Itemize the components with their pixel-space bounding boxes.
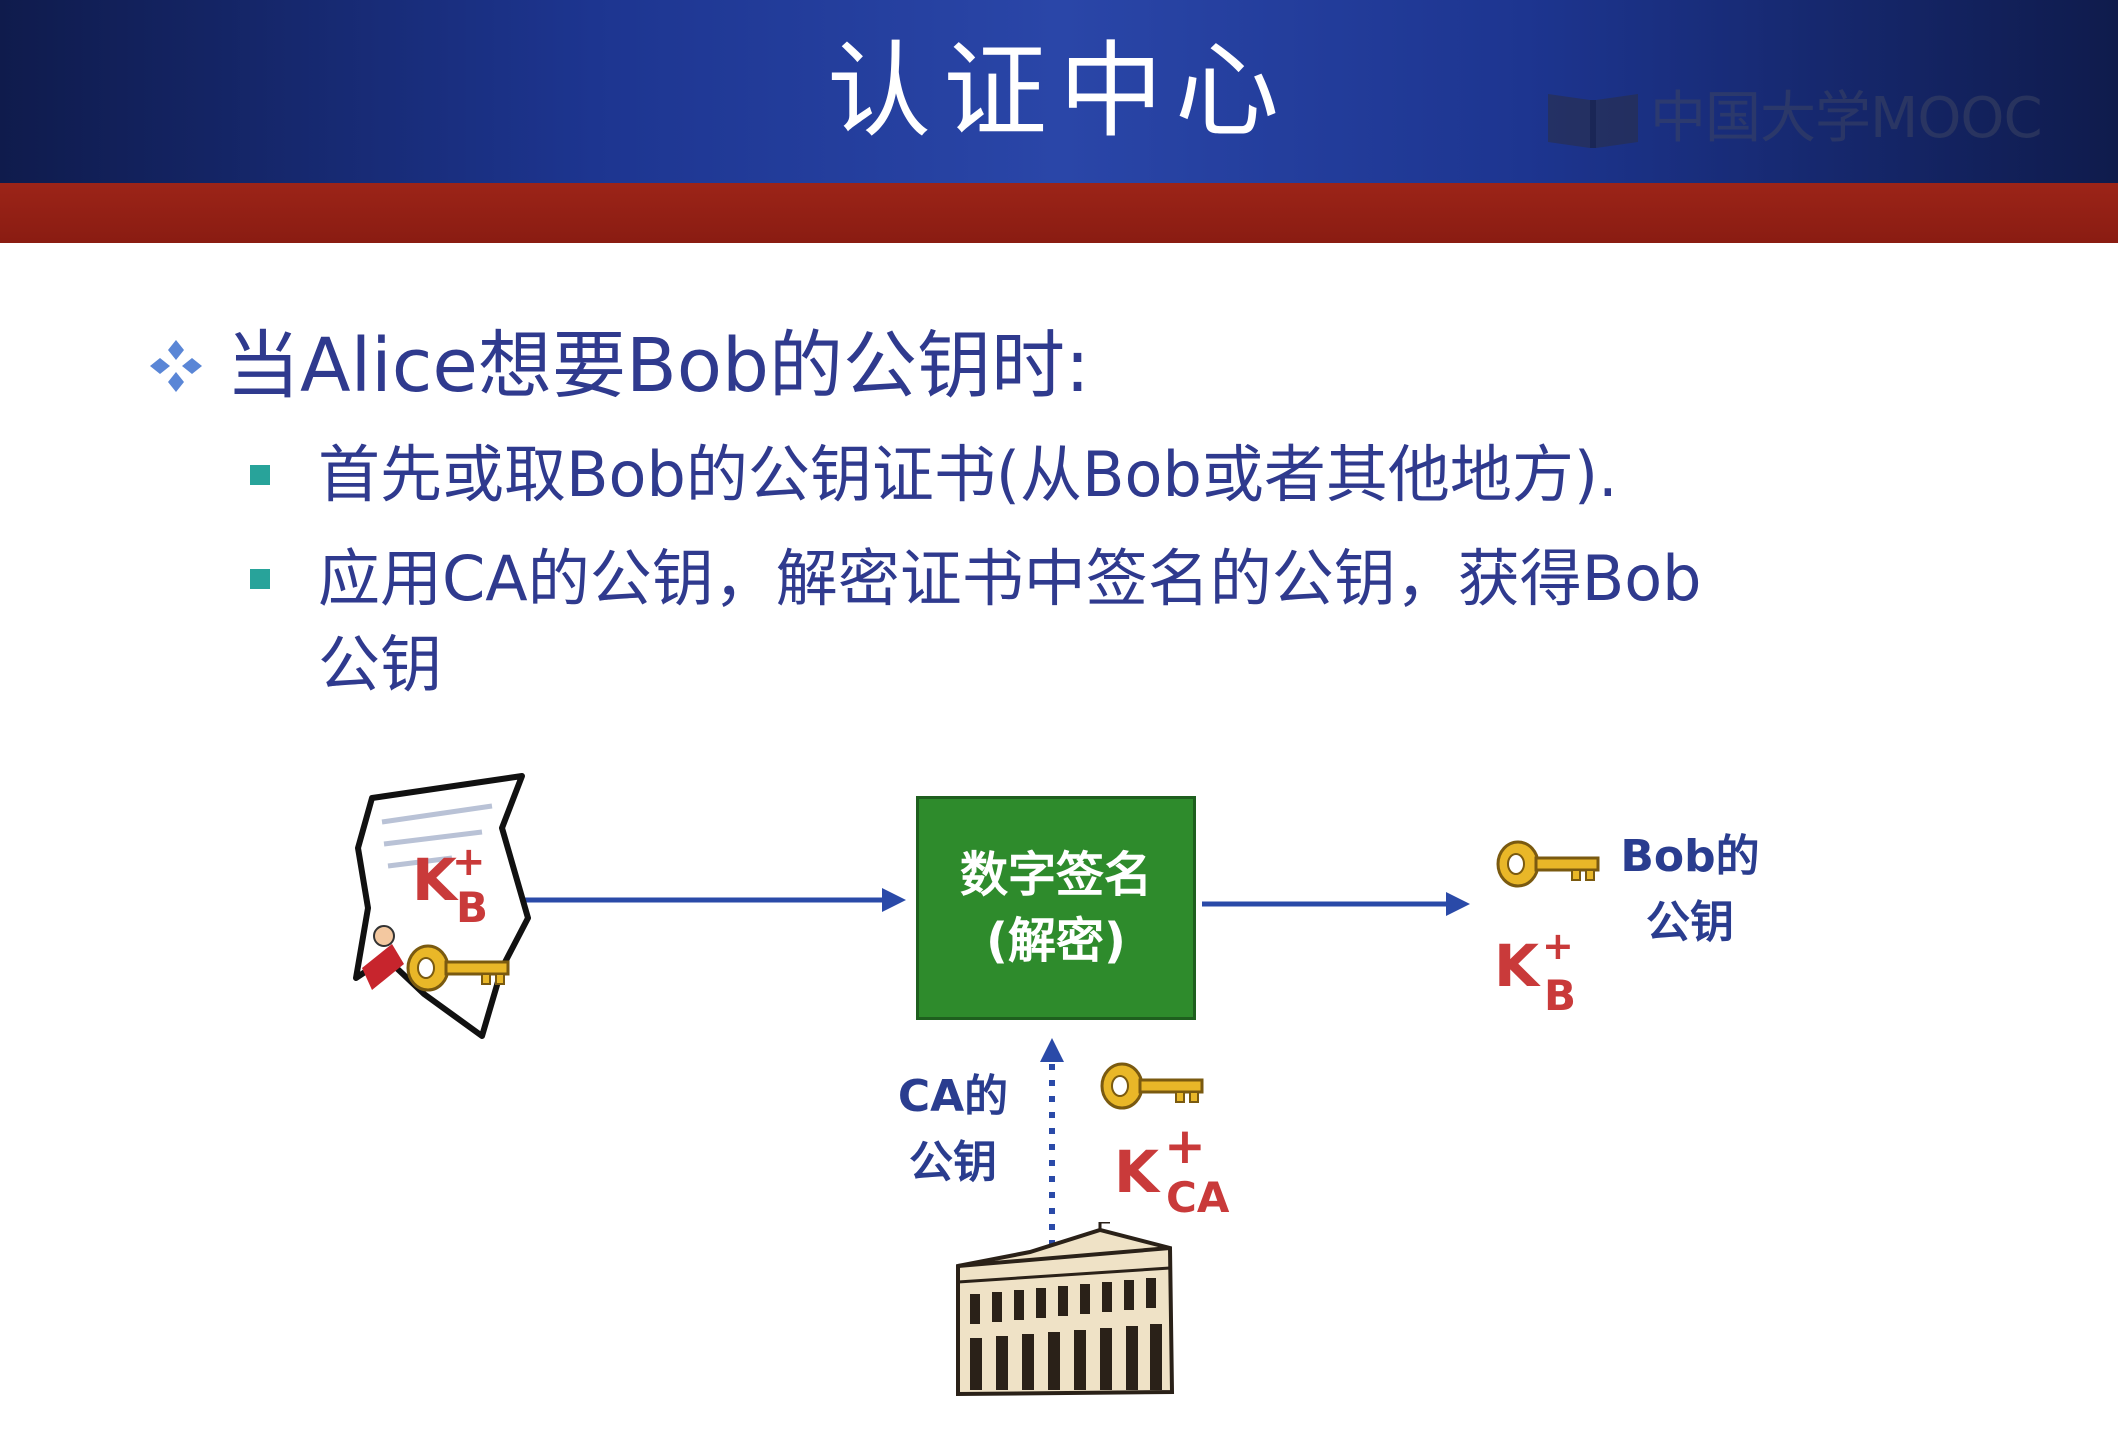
output-key-label: K + B — [1494, 924, 1577, 1020]
box-line2: (解密) — [986, 913, 1126, 969]
building-icon — [956, 1222, 1175, 1397]
arrow-head — [1040, 1038, 1064, 1062]
digital-signature-box: 数字签名 (解密) — [916, 796, 1196, 1020]
key-icon — [1496, 840, 1600, 888]
ca-label: CA的 公钥 — [897, 1071, 1009, 1188]
box-line1: 数字签名 — [959, 847, 1152, 903]
arrow-head — [1446, 892, 1470, 916]
cert-key-label: K + B — [412, 839, 489, 932]
key-icon — [1100, 1062, 1204, 1110]
arrow-head — [882, 888, 906, 912]
key-icon — [406, 944, 510, 992]
output-label: Bob的 公钥 — [1620, 831, 1760, 948]
ca-key-label: K + CA — [1114, 1117, 1230, 1222]
